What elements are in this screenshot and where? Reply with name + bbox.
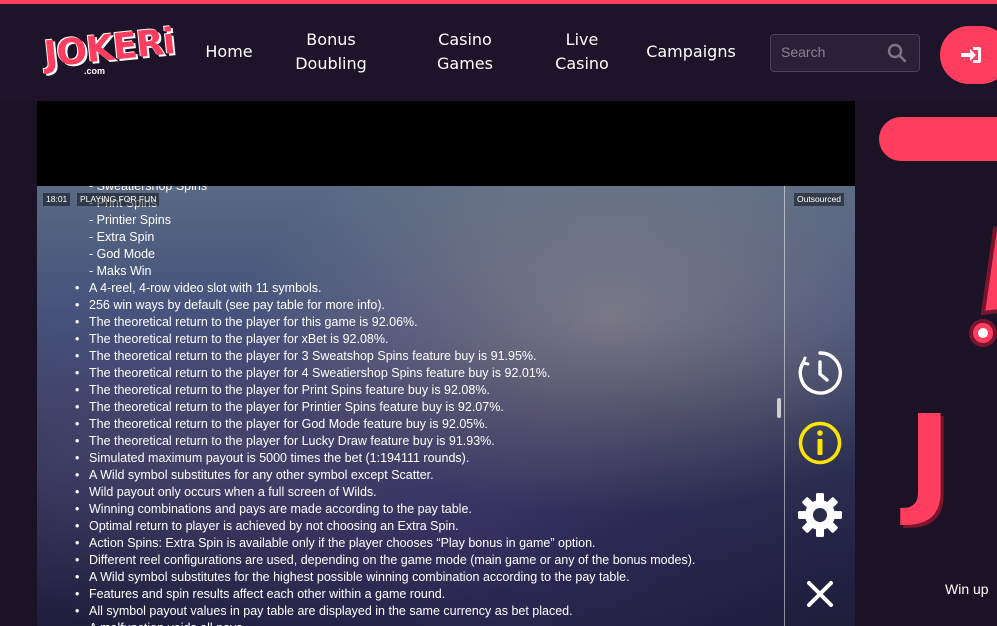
rules-list: - Sweatiershop Spins - Print Spins - Print… — [75, 186, 779, 626]
rule-bullet-item: Wild payout only occurs when a full scre… — [75, 484, 779, 501]
rule-bullet-item: A Wild symbol substitutes for any other … — [75, 467, 779, 484]
rule-sub-item: - Print Spins — [89, 196, 158, 210]
history-clock-icon[interactable] — [797, 350, 843, 396]
rule-sub-item: - God Mode — [89, 247, 156, 261]
nav-home[interactable]: Home — [202, 40, 256, 64]
rule-bullet-item: All symbol payout values in pay table ar… — [75, 603, 779, 620]
rules-scrollbar-thumb[interactable] — [777, 398, 781, 418]
promo-logo-j: J — [907, 391, 952, 530]
rule-bullet-item: A Wild symbol substitutes for the highes… — [75, 569, 779, 586]
rule-bullet-item: The theoretical return to the player for… — [75, 416, 779, 433]
logo-domain: .com — [84, 66, 106, 76]
rule-sub-item: - Sweatiershop Spins — [89, 186, 208, 193]
rule-bullet-item: The theoretical return to the player for… — [75, 314, 779, 331]
rule-bullet-item: The theoretical return to the player for… — [75, 433, 779, 450]
rule-sub-item: - Printier Spins — [89, 213, 171, 227]
left-margin — [0, 101, 37, 626]
right-promo-panel: J Win up — [855, 101, 997, 626]
promo-cta-button[interactable] — [879, 117, 997, 161]
rule-bullet-item: Action Spins: Extra Spin is available on… — [75, 535, 779, 552]
play-mode-badge: PLAYING FOR FUN — [77, 193, 160, 206]
rule-bullet-item: Different reel configurations are used, … — [75, 552, 779, 569]
login-button[interactable] — [940, 26, 997, 84]
rule-sub-item: - Maks Win — [89, 264, 152, 278]
clock-badge: 18:01 — [43, 193, 71, 206]
rule-bullet-item: The theoretical return to the player for… — [75, 348, 779, 365]
close-icon[interactable] — [797, 571, 843, 617]
game-frame[interactable]: - Sweatiershop Spins - Print Spins - Print… — [37, 186, 855, 626]
rule-bullet-item: Winning combinations and pays are made a… — [75, 501, 779, 518]
rule-bullet-item: Simulated maximum payout is 5000 times t… — [75, 450, 779, 467]
search-icon[interactable] — [887, 43, 907, 63]
exclamation-mascot-icon — [969, 226, 997, 347]
provider-badge: Outsourced — [794, 193, 844, 206]
nav-live-casino[interactable]: Live Casino — [552, 28, 612, 76]
promo-win-text: Win up — [945, 581, 989, 597]
game-rules-panel[interactable]: - Sweatiershop Spins - Print Spins - Print… — [37, 186, 784, 626]
nav-campaigns[interactable]: Campaigns — [640, 40, 742, 64]
rule-bullet-item: The theoretical return to the player for… — [75, 399, 779, 416]
nav-casino-games[interactable]: Casino Games — [420, 28, 510, 76]
rule-bullet-item: The theoretical return to the player for… — [75, 331, 779, 348]
search-input[interactable]: Search — [781, 44, 825, 60]
login-icon — [961, 47, 981, 63]
rule-bullet-item: The theoretical return to the player for… — [75, 365, 779, 382]
nav-bonus-doubling[interactable]: Bonus Doubling — [288, 28, 374, 76]
rule-bullet-item: Features and spin results affect each ot… — [75, 586, 779, 603]
rule-bullet-item: A malfunction voids all pays. — [75, 620, 779, 626]
game-rules-text: - Sweatiershop Spins - Print Spins - Print… — [75, 186, 779, 626]
logo-text: JOKERi — [42, 21, 177, 76]
settings-gear-icon[interactable] — [797, 492, 843, 538]
info-icon[interactable] — [797, 420, 843, 466]
site-header: JOKERi .com Home Bonus Doubling Casino G… — [0, 4, 997, 101]
rule-bullet-item: The theoretical return to the player for… — [75, 382, 779, 399]
game-top-band — [37, 101, 855, 186]
rule-bullet-item: A 4-reel, 4-row video slot with 11 symbo… — [75, 280, 779, 297]
panel-divider — [784, 186, 785, 626]
rule-bullet-item: 256 win ways by default (see pay table f… — [75, 297, 779, 314]
rule-sub-item: - Extra Spin — [89, 230, 155, 244]
search-box[interactable]: Search — [770, 34, 920, 72]
rule-bullet-item: Optimal return to player is achieved by … — [75, 518, 779, 535]
jokeri-logo[interactable]: JOKERi .com — [42, 21, 176, 84]
